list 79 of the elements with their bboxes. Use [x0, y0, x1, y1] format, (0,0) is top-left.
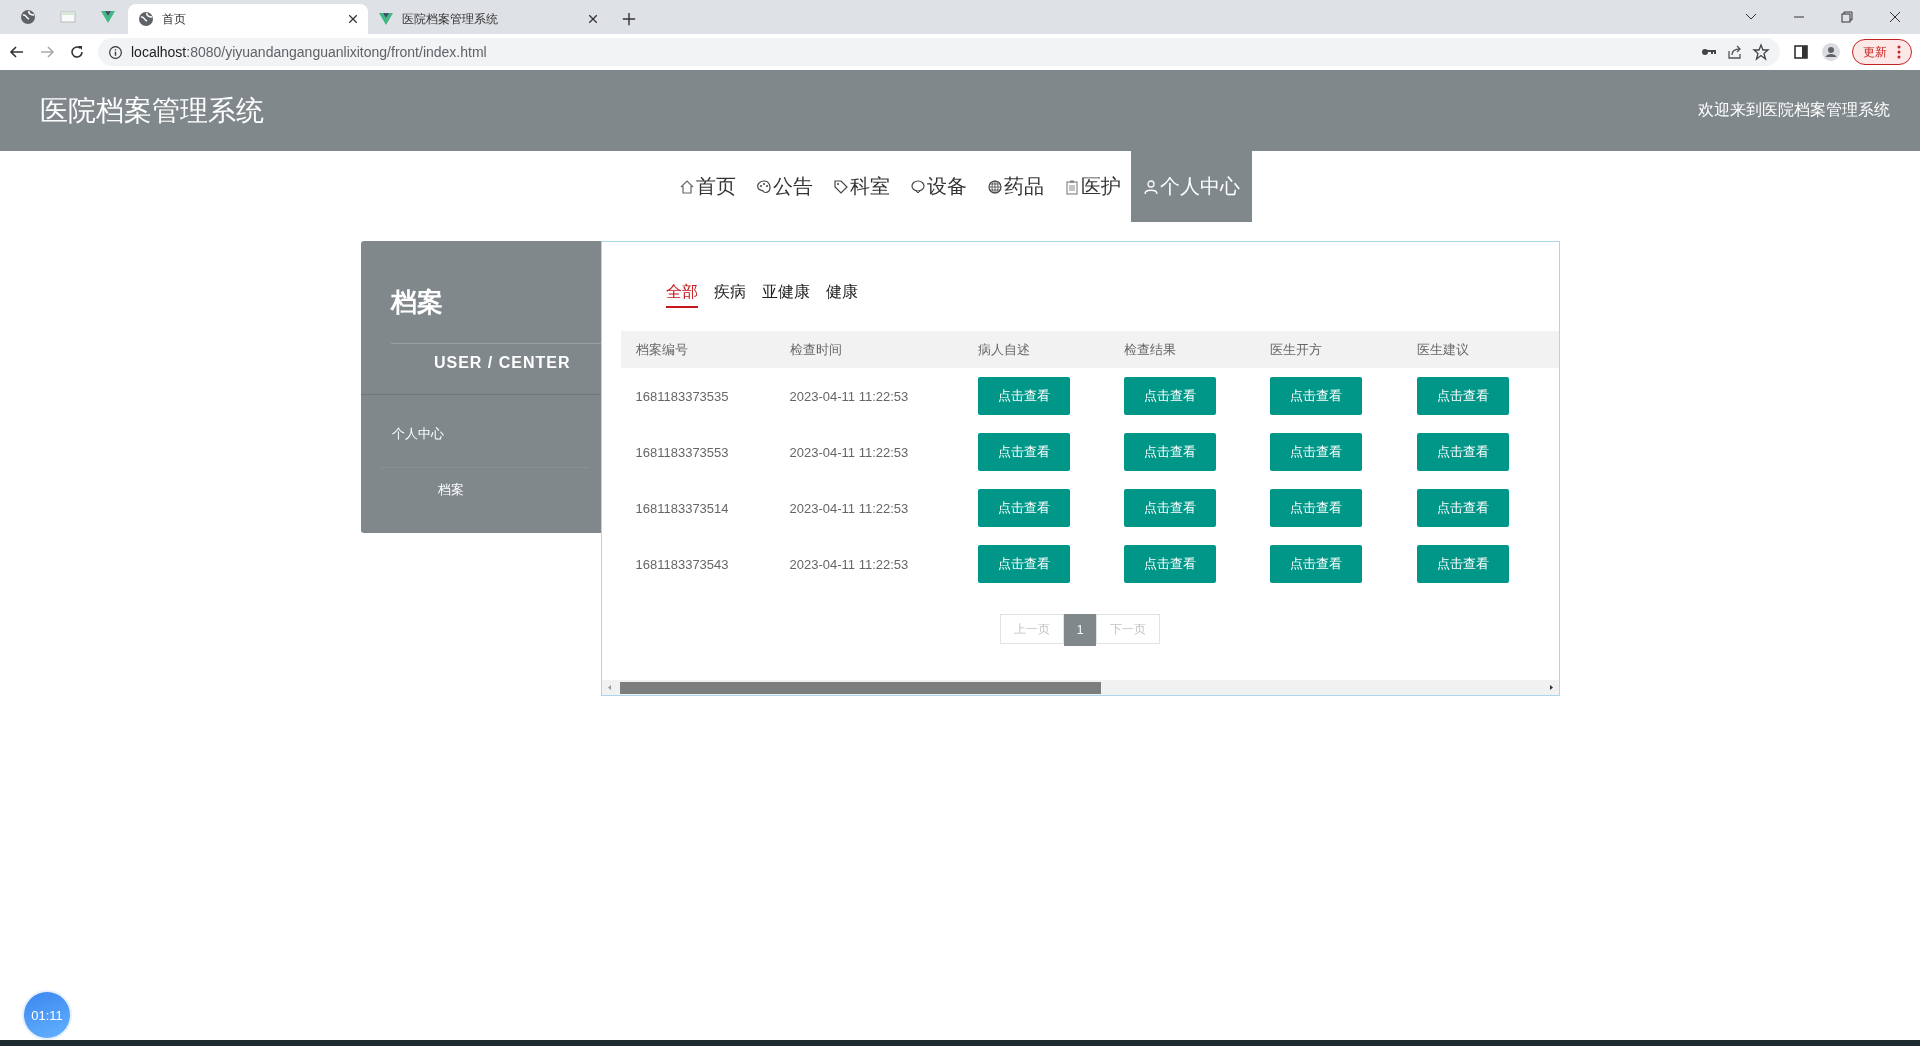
nav-link[interactable]: 个人中心 [1130, 151, 1252, 222]
view-button[interactable]: 点击查看 [977, 433, 1070, 471]
share-icon[interactable] [1726, 43, 1744, 61]
sidebar-item[interactable]: 个人中心 [391, 426, 444, 441]
close-tab-icon[interactable] [348, 14, 358, 24]
view-button[interactable]: 点击查看 [1123, 433, 1216, 471]
view-button[interactable]: 点击查看 [1416, 433, 1509, 471]
restore-icon[interactable] [1840, 10, 1854, 24]
v-logo-icon [100, 9, 116, 25]
close-icon[interactable] [1888, 10, 1902, 24]
column-header: 检查时间 [774, 331, 963, 368]
url-text: localhost:8080/yiyuandanganguanlixitong/front/index.html [131, 44, 487, 60]
user-icon [1142, 178, 1159, 195]
sidebar-subtitle: USER / CENTER [432, 353, 572, 373]
column-header: 医生建议 [1401, 331, 1559, 368]
nav-link[interactable]: 公告 [745, 151, 823, 222]
close-tab-icon[interactable] [588, 14, 598, 24]
table-cell-text: 1681183373514 [634, 499, 730, 518]
view-button[interactable]: 点击查看 [977, 545, 1070, 583]
view-button[interactable]: 点击查看 [977, 489, 1070, 527]
profile-icon[interactable] [1822, 43, 1840, 61]
nav-link[interactable]: 设备 [899, 151, 977, 222]
column-header: 病人自述 [962, 331, 1109, 368]
view-button[interactable]: 点击查看 [1123, 489, 1216, 527]
scrollbar-thumb[interactable] [619, 681, 1101, 694]
globe-icon [20, 9, 36, 25]
home-icon [678, 178, 695, 195]
view-button[interactable]: 点击查看 [977, 377, 1070, 415]
horizontal-scrollbar[interactable] [601, 680, 1559, 695]
filter-tab[interactable]: 疾病 [713, 282, 746, 308]
browser-tab[interactable]: 首页 [128, 4, 368, 34]
sidebar-subitem[interactable]: 档案 [437, 482, 464, 497]
welcome-text: 欢迎来到医院档案管理系统 [1698, 100, 1890, 120]
view-button[interactable]: 点击查看 [1416, 489, 1509, 527]
side-panel-icon[interactable] [1792, 43, 1810, 61]
column-header: 医生开方 [1254, 331, 1402, 368]
filter-tab[interactable]: 全部 [665, 282, 698, 308]
view-button[interactable]: 点击查看 [1269, 433, 1362, 471]
table-cell-text: 2023-04-11 11:22:53 [788, 443, 910, 462]
bubble-icon [909, 178, 926, 195]
globe-icon [138, 11, 154, 27]
filter-tab[interactable]: 健康 [825, 282, 858, 308]
info-icon[interactable] [108, 44, 123, 60]
table-cell-text: 2023-04-11 11:22:53 [788, 555, 910, 574]
table-cell: 2023-04-11 11:22:53 [774, 368, 963, 424]
filter-tab[interactable]: 亚健康 [761, 282, 810, 308]
address-bar[interactable]: localhost:8080/yiyuandanganguanlixitong/front/index.html [98, 38, 1780, 66]
table-cell-text: 2023-04-11 11:22:53 [788, 499, 910, 518]
column-header: 档案编号 [620, 331, 775, 368]
view-button[interactable]: 点击查看 [1269, 489, 1362, 527]
nav-link[interactable]: 药品 [976, 151, 1054, 222]
sidebar-title: 档案 [389, 286, 444, 319]
tag-icon [832, 178, 849, 195]
view-button[interactable]: 点击查看 [1416, 545, 1509, 583]
view-button[interactable]: 点击查看 [1416, 377, 1509, 415]
timer-badge[interactable]: 01:11 [22, 990, 72, 1040]
site-title: 医院档案管理系统 [40, 93, 264, 128]
nav-link[interactable]: 科室 [822, 151, 900, 222]
v-logo-icon [378, 11, 394, 27]
view-button[interactable]: 点击查看 [1123, 545, 1216, 583]
table-cell-text: 1681183373543 [634, 555, 730, 574]
browser-tab[interactable]: 医院档案管理系统 [368, 4, 608, 34]
nav-link[interactable]: 医护 [1053, 151, 1131, 222]
new-tab-icon[interactable] [622, 12, 636, 26]
page-button[interactable]: 1 [1063, 614, 1097, 646]
more-icon[interactable] [1897, 45, 1901, 59]
column-header: 检查结果 [1108, 331, 1255, 368]
reload-icon[interactable] [68, 43, 86, 61]
view-button[interactable]: 点击查看 [1123, 377, 1216, 415]
nav-link[interactable]: 首页 [668, 151, 746, 222]
globe-icon [986, 178, 1003, 195]
update-button[interactable]: 更新 [1852, 39, 1912, 65]
star-icon[interactable] [1752, 43, 1770, 61]
clipboard-icon [1063, 178, 1080, 195]
view-button[interactable]: 点击查看 [1269, 377, 1362, 415]
table-cell-text: 1681183373553 [634, 443, 730, 462]
palette-icon [755, 178, 772, 195]
view-button[interactable]: 点击查看 [1269, 545, 1362, 583]
table-cell: 1681183373535 [620, 368, 775, 424]
